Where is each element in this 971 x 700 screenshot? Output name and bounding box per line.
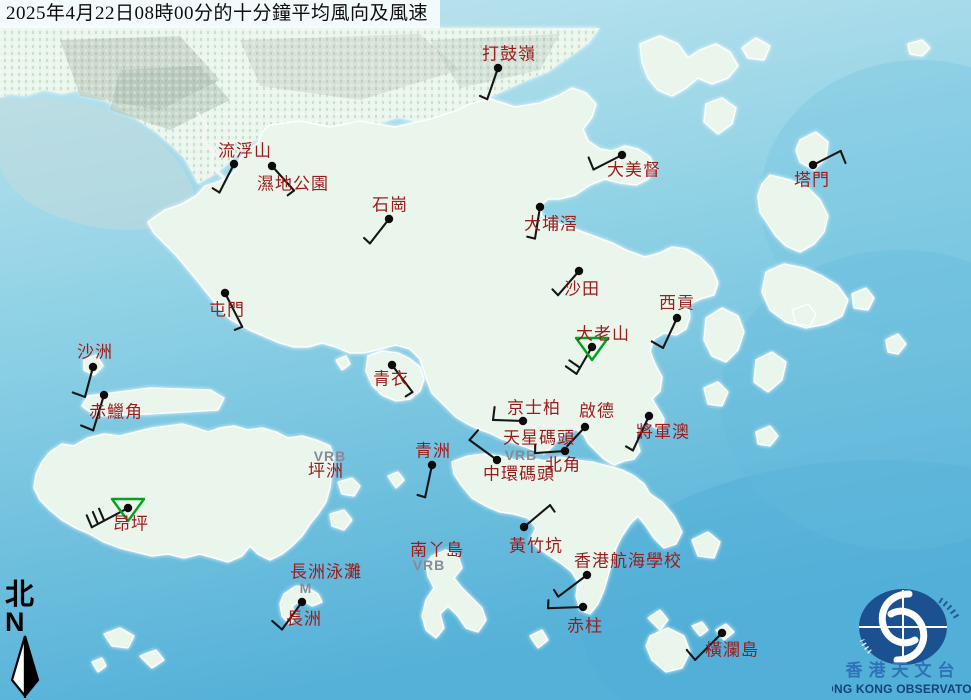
- hko-logo: 香港天文台 HONG KONG OBSERVATORY: [832, 580, 971, 700]
- station-label: 天星碼頭: [503, 429, 575, 448]
- wind-barb-staff: [548, 607, 583, 608]
- station-label: 赤柱: [567, 617, 603, 636]
- station-label: 大埔滘: [524, 215, 578, 234]
- hko-logo-en-text: HONG KONG OBSERVATORY: [832, 682, 971, 696]
- station-label: 黃竹坑: [509, 537, 563, 556]
- north-letter-label: N: [5, 610, 51, 634]
- station-label: 濕地公園: [257, 175, 329, 194]
- station-dot: [230, 160, 238, 168]
- station-dot: [583, 571, 591, 579]
- station-dot: [494, 64, 502, 72]
- title-bar: 2025年4月22日08時00分的十分鐘平均風向及風速: [0, 0, 440, 28]
- station-dot: [581, 423, 589, 431]
- station-dot: [520, 523, 528, 531]
- station-dot: [298, 598, 306, 606]
- station-label: 中環碼頭: [483, 465, 555, 484]
- north-hanzi-label: 北: [5, 580, 51, 610]
- station-dot: [588, 343, 596, 351]
- station-dot: [519, 417, 527, 425]
- station-label: 京士柏: [507, 399, 561, 418]
- station-label: 香港航海學校: [574, 552, 682, 571]
- station-dot: [100, 391, 108, 399]
- station-dot: [385, 215, 393, 223]
- hong-kong-wind-map: 打鼓嶺流浮山濕地公園石崗 大美督大埔滘 塔門屯門 沙田西貢大老山沙洲赤鱲角 青衣京士柏啟…: [0, 0, 971, 700]
- station-label: 屯門: [209, 301, 245, 320]
- compass: 北 N: [5, 580, 51, 700]
- variable-wind-indicator: VRB: [505, 447, 538, 463]
- station-dot: [536, 203, 544, 211]
- hko-logo-cn-text: 香港天文台: [846, 660, 961, 680]
- station-label: 沙田: [564, 280, 600, 299]
- wind-barb-staff: [493, 420, 523, 421]
- station-label: 啟德: [579, 402, 615, 421]
- north-arrow-icon: [5, 634, 51, 698]
- station-dot: [673, 314, 681, 322]
- station-label: 青洲: [415, 442, 451, 461]
- station-dot: [809, 161, 817, 169]
- station-label: 沙洲: [77, 343, 113, 362]
- station-label: 長洲: [286, 610, 322, 629]
- station-label: 青衣: [373, 370, 409, 389]
- station-dot: [388, 361, 396, 369]
- station-dot: [268, 162, 276, 170]
- station-dot: [221, 289, 229, 297]
- station-label: 打鼓嶺: [482, 45, 536, 64]
- station-dot: [561, 447, 569, 455]
- station-dot: [579, 603, 587, 611]
- station-label: 南丫島: [410, 541, 464, 560]
- hko-logo-emblem: [859, 589, 958, 665]
- station-dot: [428, 461, 436, 469]
- station-label: 赤鱲角: [89, 403, 143, 422]
- maintenance-indicator: M: [300, 580, 313, 596]
- station-label: 塔門: [794, 171, 830, 190]
- station-label: 大老山: [576, 325, 630, 344]
- station-label: 石崗: [372, 196, 408, 215]
- station-label: 西貢: [659, 294, 695, 313]
- station-label: 昂坪: [113, 515, 149, 534]
- map-title: 2025年4月22日08時00分的十分鐘平均風向及風速: [6, 3, 428, 24]
- station-dot: [575, 267, 583, 275]
- station-peng-chau: VRB坪洲: [308, 448, 346, 481]
- station-dot: [645, 412, 653, 420]
- station-label: 將軍澳: [636, 423, 690, 442]
- station-dot: [89, 363, 97, 371]
- station-label: 坪洲: [308, 462, 344, 481]
- station-label: 橫瀾島: [705, 641, 759, 660]
- station-dot: [493, 456, 501, 464]
- station-label: 長洲泳灘: [290, 563, 362, 582]
- wind-map-page: 打鼓嶺流浮山濕地公園石崗 大美督大埔滘 塔門屯門 沙田西貢大老山沙洲赤鱲角 青衣京士柏啟…: [0, 0, 971, 700]
- station-label: 大美督: [607, 161, 661, 180]
- station-dot: [718, 629, 726, 637]
- station-dot: [618, 151, 626, 159]
- station-dot: [124, 504, 132, 512]
- station-label: 流浮山: [218, 142, 272, 161]
